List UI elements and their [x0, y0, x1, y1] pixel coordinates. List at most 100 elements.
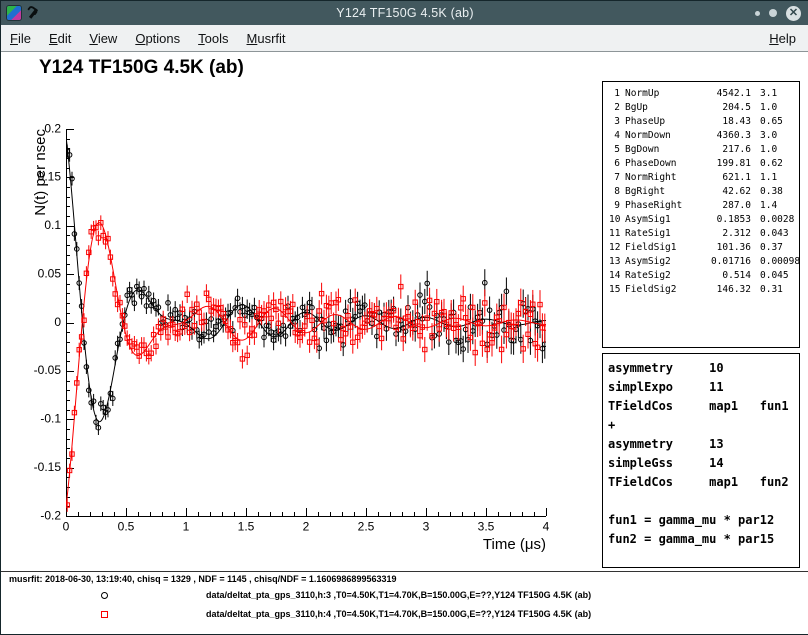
maximize-button[interactable] — [769, 9, 777, 17]
parameter-row: 15FieldSig2146.320.31 — [609, 283, 797, 297]
square-marker-icon — [101, 611, 108, 618]
parameter-row: 3PhaseUp18.430.65 — [609, 115, 797, 129]
theory-line: asymmetry 10 — [608, 359, 799, 378]
parameter-row: 5BgDown217.61.0 — [609, 143, 797, 157]
param-error: 0.0028 — [751, 213, 797, 227]
param-value: 199.81 — [695, 157, 751, 171]
window-controls: ✕ — [755, 1, 801, 25]
param-index: 11 — [609, 227, 625, 241]
theory-panel: asymmetry 10simplExpo 11TFieldCos map1 f… — [602, 353, 800, 568]
param-name: AsymSig1 — [625, 213, 695, 227]
param-name: PhaseRight — [625, 199, 695, 213]
param-error: 3.1 — [751, 87, 797, 101]
param-value: 0.01716 — [695, 255, 751, 269]
param-name: NormUp — [625, 87, 695, 101]
param-name: NormDown — [625, 129, 695, 143]
param-name: RateSig2 — [625, 269, 695, 283]
param-error: 1.0 — [751, 143, 797, 157]
param-index: 6 — [609, 157, 625, 171]
plot-canvas[interactable] — [19, 93, 564, 559]
footer-divider — [1, 571, 808, 572]
param-index: 7 — [609, 171, 625, 185]
theory-line: TFieldCos map1 fun1 — [608, 397, 799, 416]
fit-info: musrfit: 2018-06-30, 13:19:40, chisq = 1… — [9, 574, 396, 584]
param-value: 621.1 — [695, 171, 751, 185]
param-index: 12 — [609, 241, 625, 255]
menu-options[interactable]: Options — [126, 31, 189, 46]
parameter-row: 13AsymSig20.017160.00098 — [609, 255, 797, 269]
theory-line: + — [608, 416, 799, 435]
param-value: 4542.1 — [695, 87, 751, 101]
titlebar: Y124 TF150G 4.5K (ab) ✕ — [1, 1, 808, 25]
menu-file[interactable]: File — [1, 31, 40, 46]
param-index: 9 — [609, 199, 625, 213]
param-index: 1 — [609, 87, 625, 101]
theory-line: simpleGss 14 — [608, 454, 799, 473]
parameter-row: 7NormRight621.11.1 — [609, 171, 797, 185]
parameter-row: 9PhaseRight287.01.4 — [609, 199, 797, 213]
param-name: FieldSig2 — [625, 283, 695, 297]
theory-line: TFieldCos map1 fun2 — [608, 473, 799, 492]
param-index: 14 — [609, 269, 625, 283]
menu-musrfit[interactable]: Musrfit — [238, 31, 295, 46]
param-value: 101.36 — [695, 241, 751, 255]
param-value: 217.6 — [695, 143, 751, 157]
param-error: 1.0 — [751, 101, 797, 115]
param-error: 0.62 — [751, 157, 797, 171]
theory-line: fun2 = gamma_mu * par15 — [608, 530, 799, 549]
param-value: 287.0 — [695, 199, 751, 213]
parameter-row: 12FieldSig1101.360.37 — [609, 241, 797, 255]
parameter-row: 10AsymSig10.18530.0028 — [609, 213, 797, 227]
legend-item: data/deltat_pta_gps_3110,h:4 ,T0=4.50K,T… — [1, 609, 808, 623]
theory-line — [608, 492, 799, 511]
theory-line: fun1 = gamma_mu * par12 — [608, 511, 799, 530]
param-name: NormRight — [625, 171, 695, 185]
canvas-area: Y124 TF150G 4.5K (ab) 1NormUp4542.13.12B… — [1, 52, 808, 634]
param-name: PhaseUp — [625, 115, 695, 129]
param-error: 0.65 — [751, 115, 797, 129]
minimize-button[interactable] — [755, 11, 760, 16]
param-error: 0.045 — [751, 269, 797, 283]
param-value: 0.1853 — [695, 213, 751, 227]
param-name: FieldSig1 — [625, 241, 695, 255]
parameter-row: 2BgUp204.51.0 — [609, 101, 797, 115]
parameter-panel: 1NormUp4542.13.12BgUp204.51.03PhaseUp18.… — [602, 81, 800, 348]
close-button[interactable]: ✕ — [786, 6, 801, 21]
param-value: 204.5 — [695, 101, 751, 115]
param-index: 8 — [609, 185, 625, 199]
app-window: Y124 TF150G 4.5K (ab) ✕ File Edit View O… — [0, 0, 808, 635]
param-value: 42.62 — [695, 185, 751, 199]
legend-item: data/deltat_pta_gps_3110,h:3 ,T0=4.50K,T… — [1, 590, 808, 604]
param-value: 2.312 — [695, 227, 751, 241]
param-error: 0.31 — [751, 283, 797, 297]
param-index: 2 — [609, 101, 625, 115]
param-index: 10 — [609, 213, 625, 227]
page-title: Y124 TF150G 4.5K (ab) — [39, 57, 244, 79]
wrench-icon — [27, 7, 40, 20]
parameter-row: 1NormUp4542.13.1 — [609, 87, 797, 101]
param-name: PhaseDown — [625, 157, 695, 171]
app-icon — [7, 6, 21, 20]
param-error: 0.043 — [751, 227, 797, 241]
param-value: 146.32 — [695, 283, 751, 297]
menu-edit[interactable]: Edit — [40, 31, 80, 46]
parameter-row: 4NormDown4360.33.0 — [609, 129, 797, 143]
param-error: 0.38 — [751, 185, 797, 199]
menu-view[interactable]: View — [80, 31, 126, 46]
param-error: 0.00098 — [751, 255, 800, 269]
param-index: 5 — [609, 143, 625, 157]
menu-help[interactable]: Help — [760, 31, 805, 46]
param-value: 0.514 — [695, 269, 751, 283]
circle-marker-icon — [101, 592, 108, 599]
param-error: 3.0 — [751, 129, 797, 143]
param-name: BgUp — [625, 101, 695, 115]
param-index: 15 — [609, 283, 625, 297]
window-title: Y124 TF150G 4.5K (ab) — [1, 6, 808, 20]
param-index: 13 — [609, 255, 625, 269]
theory-panel-text: asymmetry 10simplExpo 11TFieldCos map1 f… — [603, 354, 799, 549]
param-value: 18.43 — [695, 115, 751, 129]
param-error: 1.4 — [751, 199, 797, 213]
menu-tools[interactable]: Tools — [189, 31, 237, 46]
param-index: 3 — [609, 115, 625, 129]
parameter-row: 8BgRight42.620.38 — [609, 185, 797, 199]
